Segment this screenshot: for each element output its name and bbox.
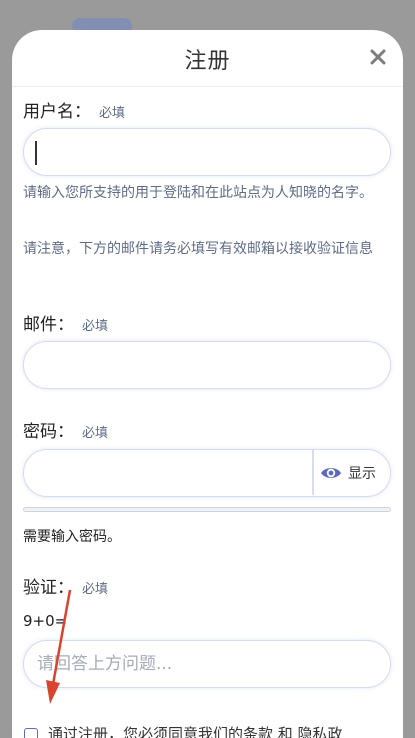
- password-strength-bar: [23, 507, 391, 512]
- username-label-text: 用户名：: [23, 102, 91, 122]
- username-help: 请输入您所支持的用于登陆和在此站点为人知晓的名字。: [23, 185, 373, 201]
- email-input[interactable]: [23, 341, 391, 389]
- register-dialog: 注册 用户名： 必填 请输入您所支持的用于登陆和在此站点为人知晓的名字。 请注意，…: [12, 30, 403, 738]
- email-notice: 请注意，下方的邮件请务必填写有效邮箱以接收验证信息: [23, 241, 373, 257]
- password-hint: 需要输入密码。: [23, 529, 121, 545]
- show-password-label: 显示: [348, 466, 376, 482]
- password-field: 显示: [23, 449, 391, 497]
- eye-icon: [321, 468, 341, 478]
- required-tag: 必填: [82, 319, 109, 334]
- captcha-question: 9+0=: [23, 612, 68, 630]
- dialog-header: 注册: [12, 30, 403, 87]
- username-label: 用户名： 必填: [23, 97, 125, 122]
- username-input[interactable]: [23, 128, 391, 176]
- show-password-button[interactable]: 显示: [320, 461, 376, 485]
- email-label-text: 邮件：: [23, 315, 74, 335]
- captcha-label: 验证： 必填: [23, 573, 108, 598]
- required-tag: 必填: [82, 426, 109, 441]
- password-input[interactable]: [24, 450, 310, 495]
- captcha-input[interactable]: [23, 640, 391, 688]
- close-button[interactable]: [367, 46, 389, 68]
- required-tag: 必填: [99, 106, 126, 121]
- captcha-label-text: 验证：: [23, 578, 74, 598]
- close-icon: [370, 49, 386, 65]
- password-label-text: 密码：: [23, 422, 74, 442]
- email-label: 邮件： 必填: [23, 310, 108, 335]
- terms-checkbox[interactable]: [24, 728, 38, 738]
- password-divider: [312, 450, 314, 495]
- password-label: 密码： 必填: [23, 417, 108, 442]
- terms-text: 通过注册，您必须同意我们的条款 和 隐私政: [48, 725, 343, 738]
- text-cursor: [35, 141, 37, 165]
- required-tag: 必填: [82, 582, 109, 597]
- dialog-title: 注册: [184, 49, 231, 74]
